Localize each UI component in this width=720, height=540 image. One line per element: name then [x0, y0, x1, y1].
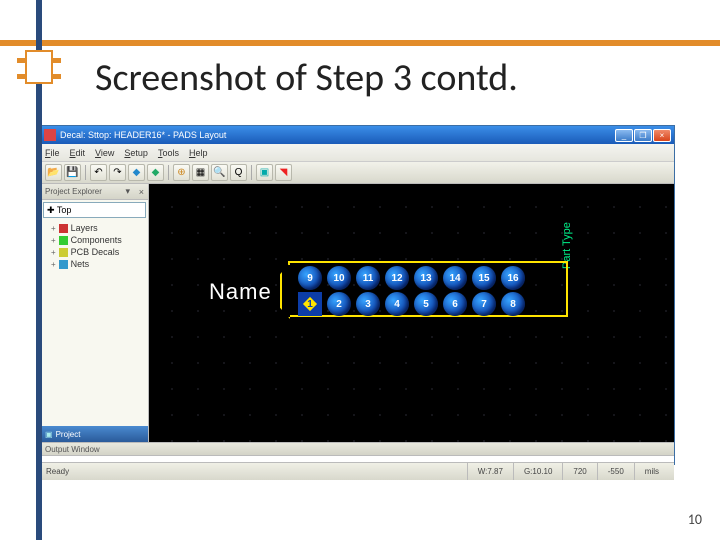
- app-icon: [44, 129, 56, 141]
- panel-options-icon[interactable]: ▾: [125, 186, 130, 197]
- pin-1[interactable]: 1: [298, 292, 322, 316]
- project-tree[interactable]: Layers Components PCB Decals Nets: [41, 220, 148, 272]
- tree-item-layers[interactable]: Layers: [45, 222, 144, 234]
- window-title: Decal: Sttop: HEADER16* - PADS Layout: [60, 130, 614, 140]
- menu-view[interactable]: View: [95, 148, 114, 158]
- toolbar: 📂 💾 ↶ ↷ ◆ ◆ ⊕ ▦ 🔍 Q ▣ ◥: [41, 162, 674, 184]
- pin-4[interactable]: 4: [385, 292, 409, 316]
- toolbar-open-icon[interactable]: 📂: [45, 164, 62, 181]
- tree-item-nets[interactable]: Nets: [45, 258, 144, 270]
- pin-8[interactable]: 8: [501, 292, 525, 316]
- pin-2[interactable]: 2: [327, 292, 351, 316]
- maximize-button[interactable]: ❐: [634, 129, 652, 142]
- minimize-button[interactable]: _: [615, 129, 633, 142]
- header16-footprint[interactable]: 16 15 14 13 12 11 10 9 1 2 3 4 5: [288, 261, 568, 317]
- design-canvas[interactable]: Name Part Type 16 15 14 13 12 11 10 9 1: [149, 184, 674, 442]
- name-label: Name: [209, 279, 272, 305]
- pin-9[interactable]: 9: [298, 266, 322, 290]
- status-ready: Ready: [46, 467, 467, 476]
- statusbar: Ready W:7.87 G:10.10 720 -550 mils: [41, 462, 674, 480]
- toolbar-save-icon[interactable]: 💾: [64, 164, 81, 181]
- menubar: File Edit View Setup Tools Help: [41, 144, 674, 162]
- toolbar-redo-icon[interactable]: ↷: [109, 164, 126, 181]
- pin-3[interactable]: 3: [356, 292, 380, 316]
- toolbar-undo-icon[interactable]: ↶: [90, 164, 107, 181]
- pin-14[interactable]: 14: [443, 266, 467, 290]
- titlebar[interactable]: Decal: Sttop: HEADER16* - PADS Layout _ …: [41, 126, 674, 144]
- slide-title: Screenshot of Step 3 contd.: [95, 55, 518, 101]
- pin-7[interactable]: 7: [472, 292, 496, 316]
- toolbar-btn2-icon[interactable]: ◆: [147, 164, 164, 181]
- pads-layout-window: Decal: Sttop: HEADER16* - PADS Layout _ …: [40, 125, 675, 465]
- panel-close-icon[interactable]: ×: [139, 187, 144, 197]
- menu-help[interactable]: Help: [189, 148, 208, 158]
- status-grid: G:10.10: [513, 463, 562, 480]
- layer-selector[interactable]: ✚ Top: [43, 202, 146, 218]
- pin-15[interactable]: 15: [472, 266, 496, 290]
- menu-file[interactable]: File: [45, 148, 60, 158]
- menu-setup[interactable]: Setup: [124, 148, 148, 158]
- toolbar-flag-icon[interactable]: ◥: [275, 164, 292, 181]
- sidebar-tab-project[interactable]: Project: [41, 426, 148, 442]
- close-button[interactable]: ×: [653, 129, 671, 142]
- toolbar-search-icon[interactable]: 🔍: [211, 164, 228, 181]
- pin-11[interactable]: 11: [356, 266, 380, 290]
- pin-5[interactable]: 5: [414, 292, 438, 316]
- status-y: -550: [597, 463, 634, 480]
- pin-13[interactable]: 13: [414, 266, 438, 290]
- toolbar-zoom-icon[interactable]: ⊕: [173, 164, 190, 181]
- toolbar-btn-icon[interactable]: ◆: [128, 164, 145, 181]
- toolbar-layer-icon[interactable]: ▣: [256, 164, 273, 181]
- menu-edit[interactable]: Edit: [70, 148, 86, 158]
- pin-16[interactable]: 16: [501, 266, 525, 290]
- output-window-header[interactable]: Output Window: [41, 442, 674, 456]
- pin-12[interactable]: 12: [385, 266, 409, 290]
- tree-item-components[interactable]: Components: [45, 234, 144, 246]
- toolbar-grid-icon[interactable]: ▦: [192, 164, 209, 181]
- pin-10[interactable]: 10: [327, 266, 351, 290]
- pin-6[interactable]: 6: [443, 292, 467, 316]
- status-width: W:7.87: [467, 463, 513, 480]
- sidebar-header: Project Explorer ▾ ×: [41, 184, 148, 200]
- tree-item-decals[interactable]: PCB Decals: [45, 246, 144, 258]
- status-x: 720: [562, 463, 596, 480]
- toolbar-btn3-icon[interactable]: Q: [230, 164, 247, 181]
- project-explorer-panel: Project Explorer ▾ × ✚ Top Layers Compon…: [41, 184, 149, 442]
- menu-tools[interactable]: Tools: [158, 148, 179, 158]
- status-unit: mils: [634, 463, 669, 480]
- page-number: 10: [688, 511, 702, 528]
